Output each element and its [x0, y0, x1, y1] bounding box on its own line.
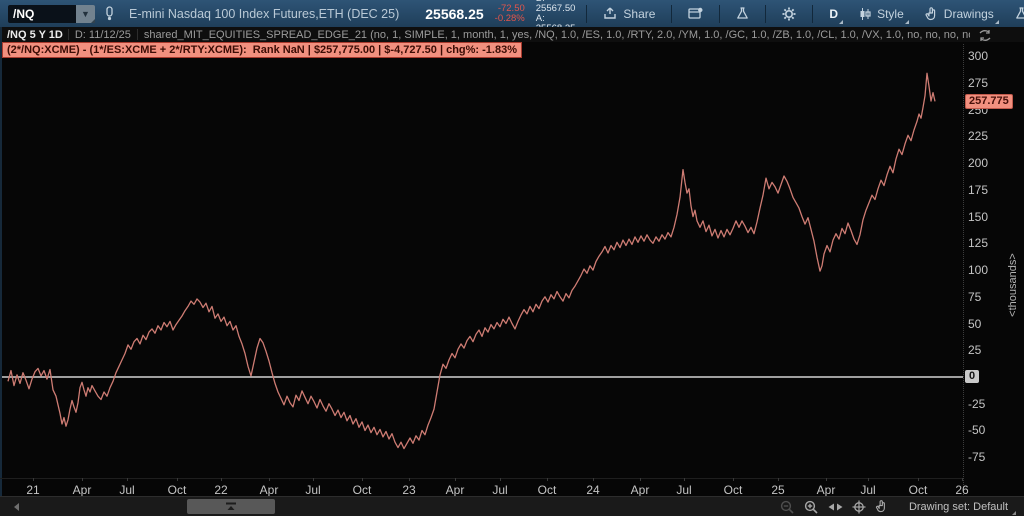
y-tick-label: -75 [968, 450, 985, 464]
x-tick-label: Apr [260, 483, 279, 497]
price-line [8, 73, 935, 448]
x-tick-label: 26 [955, 483, 968, 497]
x-tick-label: 22 [214, 483, 227, 497]
y-tick-label: 150 [968, 210, 988, 224]
x-tick-label: Jul [305, 483, 320, 497]
zero-line-tag: 0 [965, 370, 979, 383]
y-tick-label: 75 [968, 290, 981, 304]
x-tick-label: Apr [631, 483, 650, 497]
x-tick-label: Apr [817, 483, 836, 497]
x-tick-mark [82, 478, 83, 481]
x-tick-mark [127, 478, 128, 481]
scroll-left-icon[interactable] [14, 503, 19, 511]
x-tick-label: Jul [119, 483, 134, 497]
current-value-tag: 257.775 [965, 94, 1013, 109]
x-tick-label: Oct [538, 483, 557, 497]
x-tick-mark [33, 478, 34, 481]
x-tick-mark [868, 478, 869, 481]
x-tick-mark [269, 478, 270, 481]
status-bar-tools: Drawing set: Default [780, 499, 1016, 515]
drawing-set-label: Drawing set: Default [909, 501, 1008, 513]
x-tick-label: 25 [771, 483, 784, 497]
x-tick-label: Oct [909, 483, 928, 497]
x-tick-label: Oct [168, 483, 187, 497]
hand-tool-icon[interactable] [875, 500, 888, 513]
x-tick-mark [409, 478, 410, 481]
y-tick-label: 50 [968, 317, 981, 331]
chart-plot-area[interactable] [0, 0, 1024, 516]
x-tick-label: Jul [492, 483, 507, 497]
y-axis-unit-label: <thousands> [1007, 250, 1019, 320]
x-tick-mark [177, 478, 178, 481]
zoom-in-icon[interactable] [804, 500, 819, 514]
x-tick-label: Jul [860, 483, 875, 497]
collapse-timeline-button[interactable] [187, 499, 275, 514]
x-tick-mark [593, 478, 594, 481]
x-tick-mark [684, 478, 685, 481]
x-tick-label: Apr [73, 483, 92, 497]
x-tick-mark [500, 478, 501, 481]
x-tick-mark [455, 478, 456, 481]
x-tick-mark [918, 478, 919, 481]
x-tick-label: Oct [724, 483, 743, 497]
y-tick-label: 100 [968, 263, 988, 277]
y-tick-label: 225 [968, 129, 988, 143]
drawing-set-selector[interactable]: Drawing set: Default [905, 499, 1016, 515]
y-tick-label: -50 [968, 423, 985, 437]
y-tick-label: -25 [968, 397, 985, 411]
x-tick-label: Apr [446, 483, 465, 497]
x-tick-label: 21 [26, 483, 39, 497]
y-tick-label: 300 [968, 49, 988, 63]
x-tick-label: Oct [353, 483, 372, 497]
x-tick-mark [221, 478, 222, 481]
y-tick-label: 200 [968, 156, 988, 170]
dropdown-corner-icon [1012, 511, 1016, 515]
x-tick-mark [640, 478, 641, 481]
y-tick-label: 275 [968, 76, 988, 90]
x-tick-mark [733, 478, 734, 481]
x-tick-mark [547, 478, 548, 481]
pan-arrows-icon[interactable] [828, 502, 843, 512]
x-tick-mark [778, 478, 779, 481]
thinkorswim-chart-window: /NQ ▼ E-mini Nasdaq 100 Index Futures,ET… [0, 0, 1024, 516]
x-tick-label: Jul [676, 483, 691, 497]
x-tick-label: 24 [586, 483, 599, 497]
zoom-out-icon[interactable] [780, 500, 795, 514]
y-tick-label: 25 [968, 343, 981, 357]
x-tick-label: 23 [402, 483, 415, 497]
dock-collapse-icon [225, 502, 237, 511]
x-tick-mark [962, 478, 963, 481]
x-tick-mark [362, 478, 363, 481]
x-tick-mark [826, 478, 827, 481]
x-tick-mark [313, 478, 314, 481]
y-tick-label: 175 [968, 183, 988, 197]
y-tick-label: 125 [968, 236, 988, 250]
crosshair-icon[interactable] [852, 500, 866, 514]
x-axis-line [0, 478, 963, 479]
chart-status-bar: Drawing set: Default [0, 496, 1024, 516]
y-axis-line [963, 44, 964, 497]
